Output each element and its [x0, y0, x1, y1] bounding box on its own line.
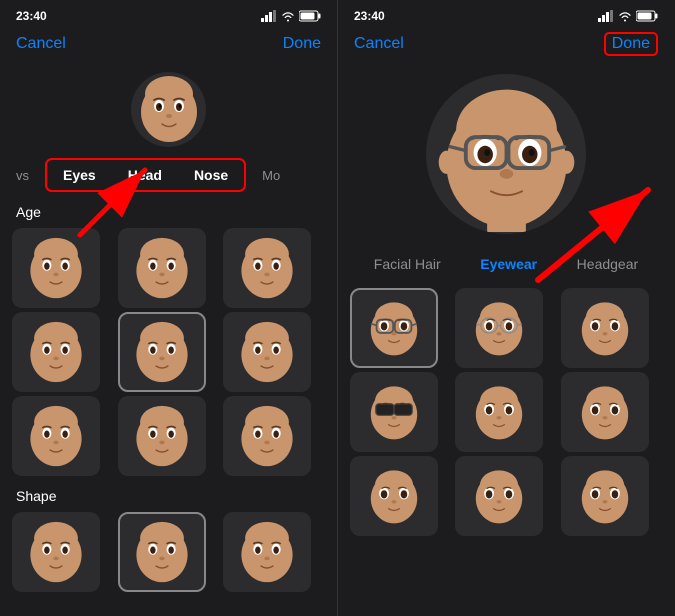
signal-icon-2 — [598, 10, 614, 22]
done-button-2[interactable]: Done — [612, 35, 650, 52]
tab-eyes[interactable]: Eyes — [55, 163, 104, 187]
category-tabs-1: vs Eyes Head Nose Mo — [0, 154, 337, 196]
eyewear-tabs: Facial Hair Eyewear Headgear — [338, 244, 674, 284]
avatar-image-1 — [131, 72, 206, 147]
face-cell-3-2[interactable] — [118, 396, 206, 476]
eyewear-grid — [338, 284, 674, 540]
tab-mo[interactable]: Mo — [254, 164, 288, 187]
status-time-2: 23:40 — [354, 9, 385, 23]
eyewear-cell-2-1[interactable] — [350, 372, 438, 452]
tab-eyewear[interactable]: Eyewear — [480, 256, 537, 272]
tab-headgear[interactable]: Headgear — [577, 256, 639, 272]
age-grid — [0, 224, 337, 480]
tab-nose[interactable]: Nose — [186, 163, 236, 187]
tab-head[interactable]: Head — [120, 163, 170, 187]
eyewear-cell-1-2[interactable] — [455, 288, 543, 368]
age-label: Age — [0, 196, 337, 224]
face-cell-3-1[interactable] — [12, 396, 100, 476]
status-icons-2 — [598, 10, 658, 22]
face-cell-2-1[interactable] — [12, 312, 100, 392]
eyewear-cell-3-3[interactable] — [561, 456, 649, 536]
wifi-icon-2 — [618, 11, 632, 22]
status-time-1: 23:40 — [16, 9, 47, 23]
tab-highlight-box: Eyes Head Nose — [45, 158, 246, 192]
tab-vs[interactable]: vs — [8, 164, 37, 187]
face-cell-1-1[interactable] — [12, 228, 100, 308]
face-cell-3-3[interactable] — [223, 396, 311, 476]
status-bar-1: 23:40 — [0, 0, 337, 28]
wifi-icon — [281, 11, 295, 22]
face-cell-2-3[interactable] — [223, 312, 311, 392]
done-button-1[interactable]: Done — [283, 35, 321, 53]
eyewear-cell-3-1[interactable] — [350, 456, 438, 536]
tab-facial-hair[interactable]: Facial Hair — [374, 256, 441, 272]
eyewear-cell-2-3[interactable] — [561, 372, 649, 452]
phone2: 23:40 Cancel Done — [337, 0, 674, 616]
battery-icon — [299, 10, 321, 22]
eyewear-cell-1-1[interactable] — [350, 288, 438, 368]
avatar-preview-1 — [0, 64, 337, 154]
shape-cell-2[interactable] — [118, 512, 206, 592]
battery-icon-2 — [636, 10, 658, 22]
phone1: 23:40 Cancel Done — [0, 0, 337, 616]
memoji-face-2 — [429, 77, 584, 232]
eyewear-cell-1-3[interactable] — [561, 288, 649, 368]
done-button-highlight: Done — [604, 32, 658, 56]
avatar-image-2 — [426, 74, 586, 234]
face-cell-1-2[interactable] — [118, 228, 206, 308]
shape-grid — [0, 508, 337, 596]
eyewear-cell-3-2[interactable] — [455, 456, 543, 536]
nav-bar-2: Cancel Done — [338, 28, 674, 64]
signal-icon — [261, 10, 277, 22]
nav-bar-1: Cancel Done — [0, 28, 337, 64]
cancel-button-1[interactable]: Cancel — [16, 35, 66, 53]
status-icons-1 — [261, 10, 321, 22]
shape-cell-1[interactable] — [12, 512, 100, 592]
status-bar-2: 23:40 — [338, 0, 674, 28]
shape-label: Shape — [0, 480, 337, 508]
face-cell-1-3[interactable] — [223, 228, 311, 308]
avatar-preview-2 — [338, 64, 674, 244]
shape-cell-3[interactable] — [223, 512, 311, 592]
eyewear-cell-2-2[interactable] — [455, 372, 543, 452]
cancel-button-2[interactable]: Cancel — [354, 35, 404, 53]
memoji-face-1 — [134, 74, 204, 144]
face-cell-2-2[interactable] — [118, 312, 206, 392]
